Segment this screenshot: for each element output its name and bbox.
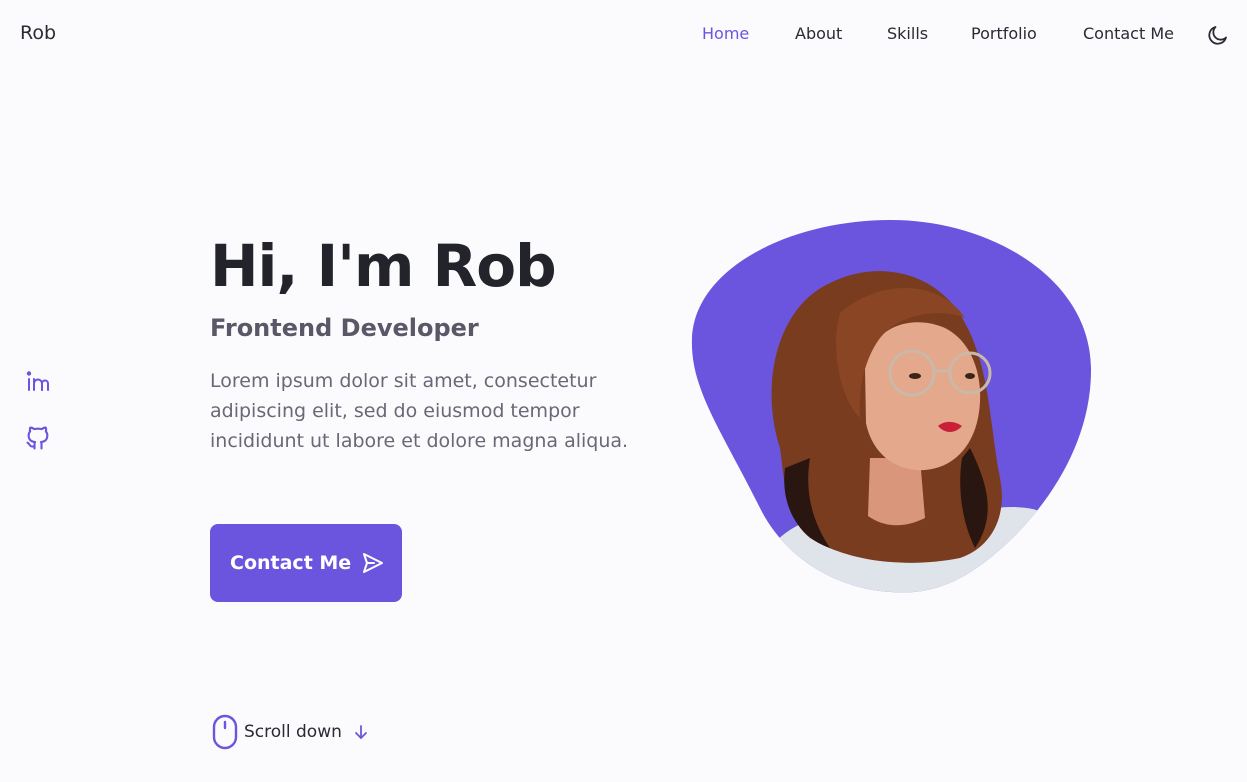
- send-icon: [361, 551, 385, 575]
- hero-description: Lorem ipsum dolor sit amet, consectetur …: [210, 370, 629, 452]
- home-page: Rob Home About Skills Portfolio Contact …: [0, 0, 1247, 782]
- scroll-down-label: Scroll down: [244, 722, 342, 742]
- contact-me-button-label: Contact Me: [230, 552, 352, 574]
- scroll-down-link[interactable]: Scroll down: [212, 714, 370, 750]
- header: Rob Home About Skills Portfolio Contact …: [0, 0, 1247, 70]
- hero-title: Hi, I'm Rob: [210, 232, 557, 300]
- moon-icon[interactable]: [1206, 23, 1230, 47]
- nav-item-skills[interactable]: Skills: [887, 24, 928, 43]
- social-links: [24, 368, 54, 480]
- contact-me-button[interactable]: Contact Me: [210, 524, 402, 602]
- profile-photo: [690, 218, 1092, 594]
- hero-subtitle: Frontend Developer: [210, 314, 479, 342]
- main-nav: Home About Skills Portfolio Contact Me: [0, 24, 1247, 48]
- nav-item-contact[interactable]: Contact Me: [1083, 24, 1174, 43]
- mouse-icon: [212, 714, 238, 750]
- nav-item-about[interactable]: About: [795, 24, 842, 43]
- nav-item-portfolio[interactable]: Portfolio: [971, 24, 1037, 43]
- github-icon[interactable]: [24, 424, 52, 452]
- arrow-down-icon: [352, 723, 370, 741]
- nav-item-home[interactable]: Home: [702, 24, 749, 43]
- linkedin-icon[interactable]: [24, 368, 52, 396]
